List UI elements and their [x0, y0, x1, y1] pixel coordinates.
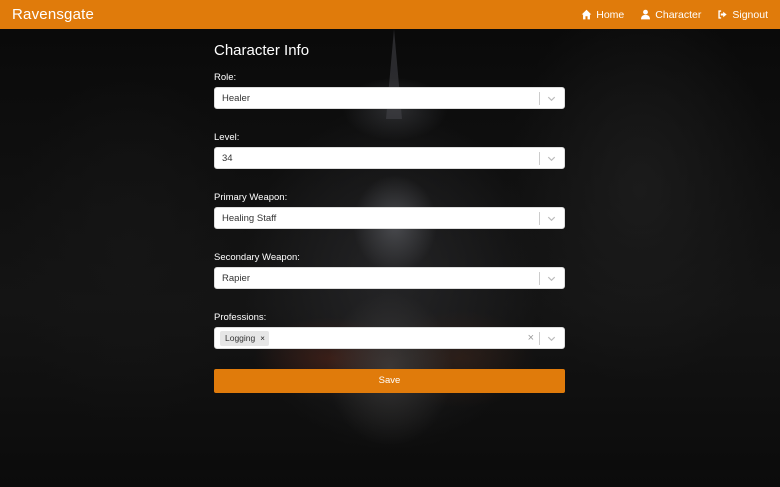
- nav-signout-label: Signout: [732, 8, 768, 21]
- select-divider: [539, 332, 540, 345]
- chevron-down-icon[interactable]: [546, 333, 557, 344]
- nav-signout-link[interactable]: Signout: [717, 9, 768, 21]
- primary-weapon-select[interactable]: Healing Staff: [214, 207, 565, 229]
- nav-home-link[interactable]: Home: [581, 9, 624, 21]
- page-title: Character Info: [214, 42, 310, 59]
- chevron-down-icon[interactable]: [546, 213, 557, 224]
- role-value: Healer: [222, 92, 250, 104]
- profession-tag-label: Logging: [225, 333, 256, 343]
- select-divider: [539, 92, 540, 105]
- level-label: Level:: [214, 132, 240, 143]
- select-divider: [539, 212, 540, 225]
- nav-character-link[interactable]: Character: [640, 9, 701, 21]
- clear-icon[interactable]: ×: [528, 332, 534, 345]
- chevron-down-icon[interactable]: [546, 153, 557, 164]
- level-select[interactable]: 34: [214, 147, 565, 169]
- chevron-down-icon[interactable]: [546, 93, 557, 104]
- primary-weapon-value: Healing Staff: [222, 212, 277, 224]
- home-icon: [581, 9, 592, 20]
- role-label: Role:: [214, 72, 237, 83]
- select-divider: [539, 272, 540, 285]
- nav-links: Home Character Signout: [581, 9, 768, 21]
- level-value: 34: [222, 152, 233, 164]
- secondary-weapon-value: Rapier: [222, 272, 250, 284]
- chevron-down-icon[interactable]: [546, 273, 557, 284]
- sign-out-icon: [718, 10, 727, 19]
- secondary-weapon-label: Secondary Weapon:: [214, 252, 300, 263]
- professions-multiselect[interactable]: Logging × ×: [214, 327, 565, 349]
- primary-weapon-label: Primary Weapon:: [214, 192, 288, 203]
- select-divider: [539, 152, 540, 165]
- secondary-weapon-select[interactable]: Rapier: [214, 267, 565, 289]
- professions-label: Professions:: [214, 312, 267, 323]
- profession-tag: Logging ×: [220, 330, 269, 346]
- nav-character-label: Character: [655, 8, 702, 21]
- brand-logo[interactable]: Ravensgate: [12, 6, 94, 23]
- save-button[interactable]: Save: [214, 368, 565, 393]
- top-navbar: Ravensgate Home Character Signout: [0, 0, 780, 29]
- nav-home-label: Home: [596, 8, 625, 21]
- role-select[interactable]: Healer: [214, 87, 565, 109]
- character-info-form: Character Info Role: Healer Level: 34 Pr…: [214, 42, 565, 393]
- user-icon: [641, 9, 651, 20]
- tag-remove-icon[interactable]: ×: [260, 334, 265, 343]
